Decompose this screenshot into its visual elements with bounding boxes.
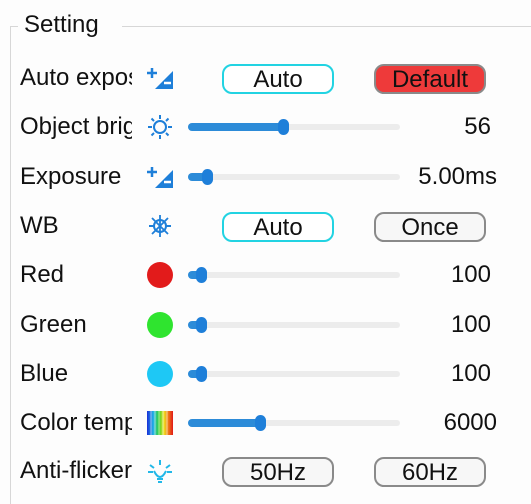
row-blue: Blue 100	[0, 354, 531, 394]
slider-thumb[interactable]	[195, 267, 207, 283]
group-border-tick	[10, 26, 18, 27]
slider-track	[188, 322, 400, 328]
color-spectrum-icon	[142, 407, 178, 439]
slider-track	[188, 174, 400, 180]
row-auto-exposure: Auto exposure Auto Default	[0, 58, 531, 98]
exposure-label: Exposure	[20, 163, 122, 190]
slider-fill	[188, 419, 261, 427]
settings-panel: Setting Auto exposure Auto Default Objec…	[0, 0, 531, 504]
blue-dot	[147, 361, 173, 387]
auto-exposure-default-button[interactable]: Default	[374, 64, 486, 94]
wb-auto-button[interactable]: Auto	[222, 212, 334, 242]
object-brightness-value: 56	[464, 113, 491, 140]
slider-thumb[interactable]	[195, 366, 207, 382]
color-temperature-slider[interactable]	[188, 415, 400, 431]
row-green: Green 100	[0, 305, 531, 345]
slider-thumb[interactable]	[195, 317, 207, 333]
group-border-top	[122, 26, 531, 27]
red-value: 100	[450, 261, 491, 288]
exposure-value: 5.00ms	[418, 163, 497, 190]
slider-thumb[interactable]	[255, 415, 267, 431]
wb-label: WB	[20, 212, 59, 239]
slider-thumb[interactable]	[202, 169, 214, 185]
row-red: Red 100	[0, 255, 531, 295]
wb-once-button[interactable]: Once	[374, 212, 486, 242]
exposure-plus-minus-icon	[142, 161, 178, 193]
color-temperature-label: Color temperature	[20, 409, 132, 436]
row-exposure: Exposure 5.00ms	[0, 157, 531, 197]
blue-value: 100	[450, 360, 491, 387]
exposure-slider[interactable]	[188, 169, 400, 185]
row-color-temperature: Color temperature	[0, 403, 531, 443]
blue-label: Blue	[20, 360, 69, 387]
auto-exposure-label: Auto exposure	[20, 64, 132, 91]
anti-flicker-60hz-button[interactable]: 60Hz	[374, 457, 486, 487]
object-brightness-label: Object brightness	[20, 113, 132, 140]
blue-dot-icon	[142, 358, 178, 390]
object-brightness-slider[interactable]	[188, 119, 400, 135]
slider-track	[188, 371, 400, 377]
green-label: Green	[20, 311, 87, 338]
green-dot-icon	[142, 309, 178, 341]
group-title: Setting	[22, 10, 101, 40]
anti-flicker-50hz-button[interactable]: 50Hz	[222, 457, 334, 487]
slider-thumb[interactable]	[278, 119, 290, 135]
row-anti-flicker: Anti-flicker 50Hz 60Hz	[0, 451, 531, 491]
auto-exposure-auto-button[interactable]: Auto	[222, 64, 334, 94]
slider-track	[188, 272, 400, 278]
color-temperature-value: 6000	[443, 409, 497, 436]
red-slider[interactable]	[188, 267, 400, 283]
red-dot	[147, 262, 173, 288]
light-bulb-icon	[142, 455, 178, 487]
white-balance-icon	[142, 210, 178, 242]
row-white-balance: WB Auto Once	[0, 206, 531, 246]
green-value: 100	[450, 311, 491, 338]
green-slider[interactable]	[188, 317, 400, 333]
slider-fill	[188, 123, 284, 131]
green-dot	[147, 312, 173, 338]
red-label: Red	[20, 261, 65, 288]
exposure-plus-minus-icon	[142, 62, 178, 94]
row-object-brightness: Object brightness 56	[0, 107, 531, 147]
brightness-sun-icon	[142, 111, 178, 143]
red-dot-icon	[142, 259, 178, 291]
anti-flicker-label: Anti-flicker	[20, 457, 132, 484]
blue-slider[interactable]	[188, 366, 400, 382]
